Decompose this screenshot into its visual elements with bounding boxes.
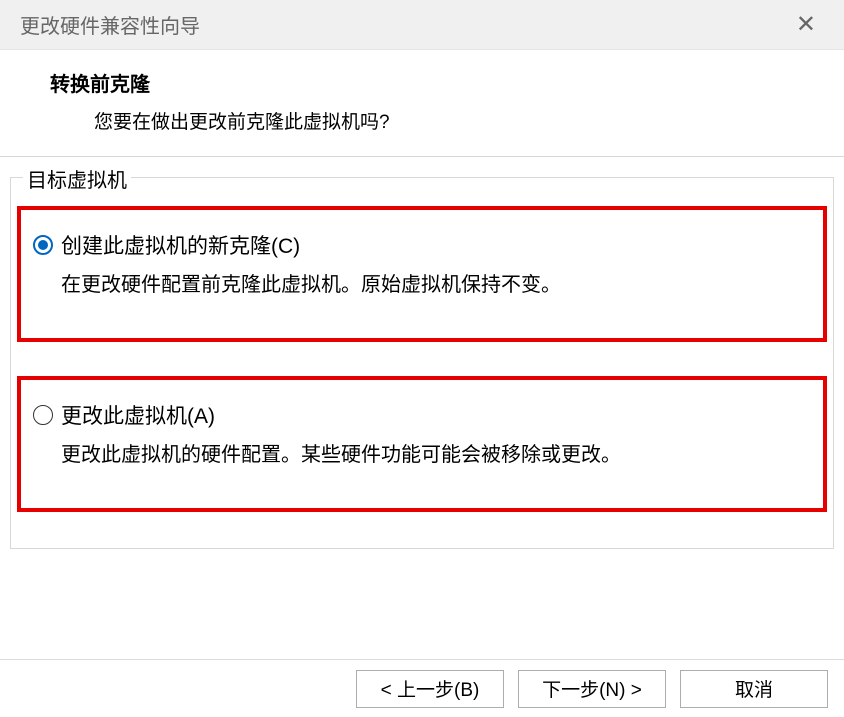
- radio-alter-desc: 更改此虚拟机的硬件配置。某些硬件功能可能会被移除或更改。: [33, 440, 811, 470]
- radio-clone-button[interactable]: [33, 235, 53, 255]
- close-icon[interactable]: ✕: [788, 9, 824, 41]
- window-title: 更改硬件兼容性向导: [20, 10, 200, 39]
- cancel-button[interactable]: 取消: [680, 670, 828, 708]
- option-clone-box: 创建此虚拟机的新克隆(C) 在更改硬件配置前克隆此虚拟机。原始虚拟机保持不变。: [17, 206, 827, 342]
- radio-alter-label[interactable]: 更改此虚拟机(A): [61, 400, 215, 430]
- back-button[interactable]: < 上一步(B): [356, 670, 504, 708]
- option-alter-box: 更改此虚拟机(A) 更改此虚拟机的硬件配置。某些硬件功能可能会被移除或更改。: [17, 376, 827, 512]
- radio-clone-label[interactable]: 创建此虚拟机的新克隆(C): [61, 230, 300, 260]
- radio-selected-dot-icon: [38, 240, 48, 250]
- fieldset-label: 目标虚拟机: [23, 164, 131, 193]
- content-area: 目标虚拟机 创建此虚拟机的新克隆(C) 在更改硬件配置前克隆此虚拟机。原始虚拟机…: [0, 177, 844, 549]
- next-button[interactable]: 下一步(N) >: [518, 670, 666, 708]
- target-vm-fieldset: 目标虚拟机 创建此虚拟机的新克隆(C) 在更改硬件配置前克隆此虚拟机。原始虚拟机…: [10, 177, 834, 549]
- radio-alter-button[interactable]: [33, 405, 53, 425]
- page-title: 转换前克隆: [50, 68, 844, 97]
- radio-alter[interactable]: 更改此虚拟机(A): [33, 400, 811, 430]
- titlebar: 更改硬件兼容性向导 ✕: [0, 0, 844, 50]
- page-subtitle: 您要在做出更改前克隆此虚拟机吗?: [50, 107, 844, 134]
- button-bar: < 上一步(B) 下一步(N) > 取消: [0, 659, 844, 717]
- radio-clone[interactable]: 创建此虚拟机的新克隆(C): [33, 230, 811, 260]
- radio-clone-desc: 在更改硬件配置前克隆此虚拟机。原始虚拟机保持不变。: [33, 270, 811, 300]
- wizard-header: 转换前克隆 您要在做出更改前克隆此虚拟机吗?: [0, 50, 844, 157]
